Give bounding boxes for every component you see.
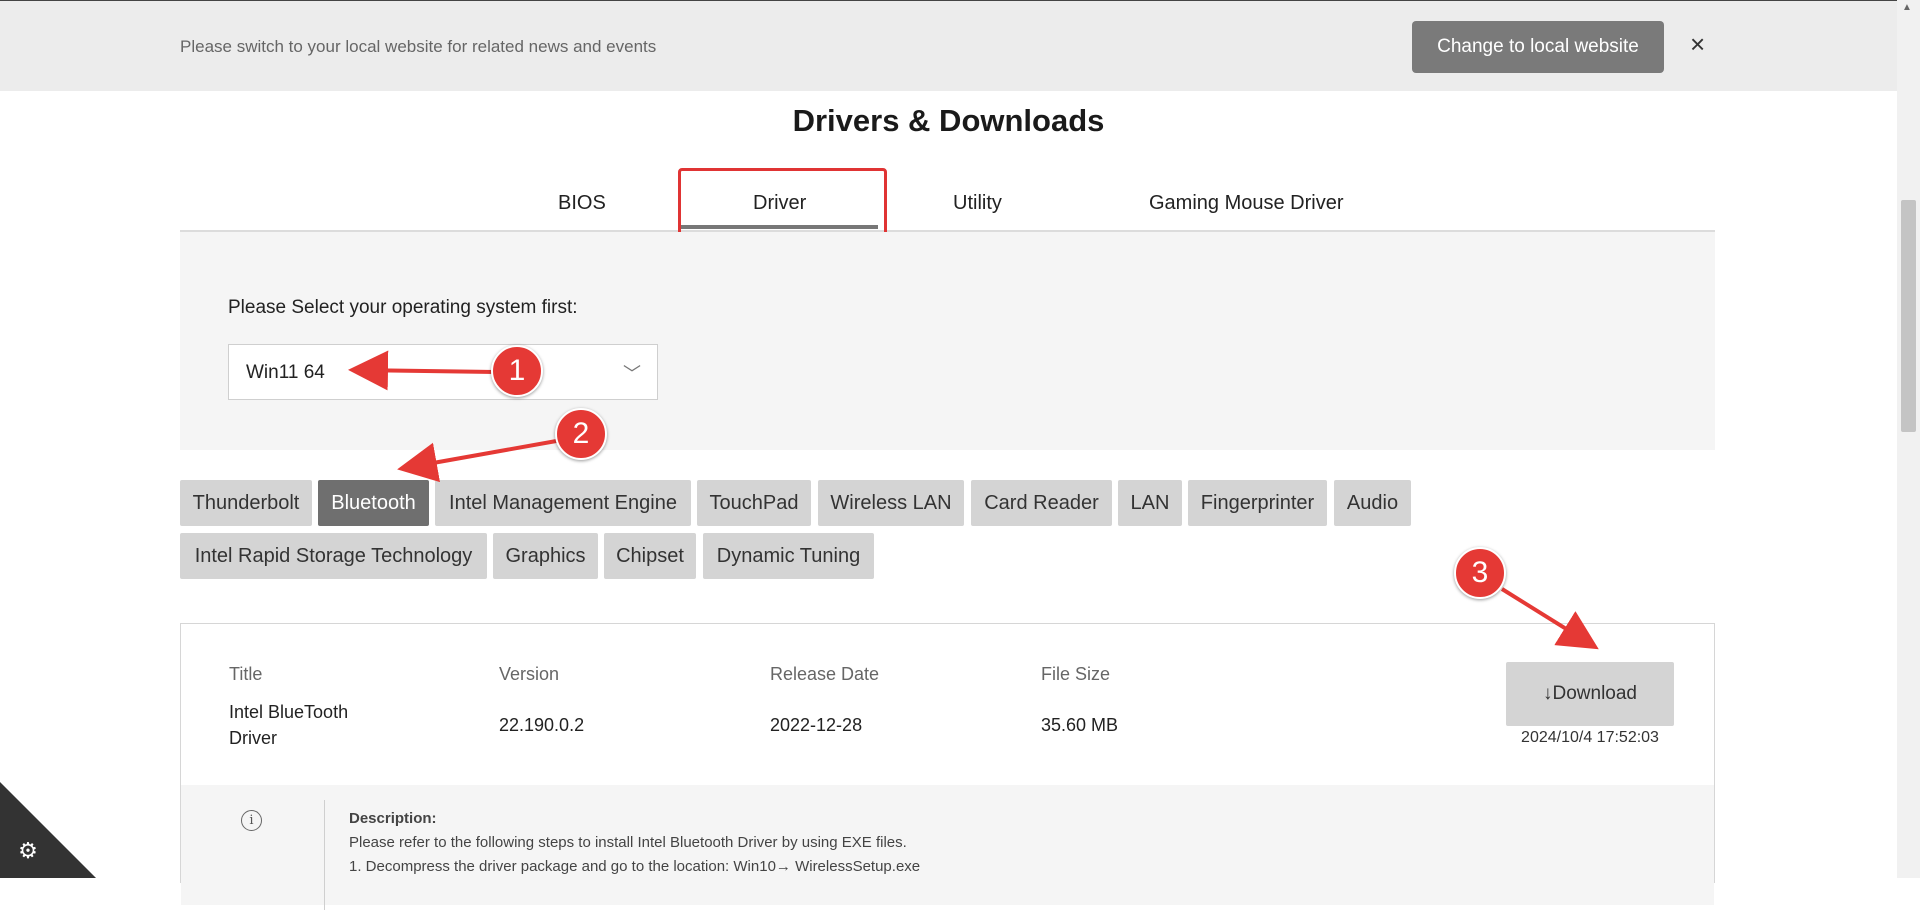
arrow-2 [397, 438, 563, 483]
cookie-gear-icon[interactable]: ⚙ [15, 838, 41, 864]
callout-1: 1 [491, 345, 543, 397]
annotation-arrows [348, 350, 1599, 650]
arrow-3 [1500, 587, 1599, 650]
callout-2: 2 [555, 408, 607, 460]
arrow-1 [348, 350, 496, 391]
callout-3: 3 [1454, 547, 1506, 599]
